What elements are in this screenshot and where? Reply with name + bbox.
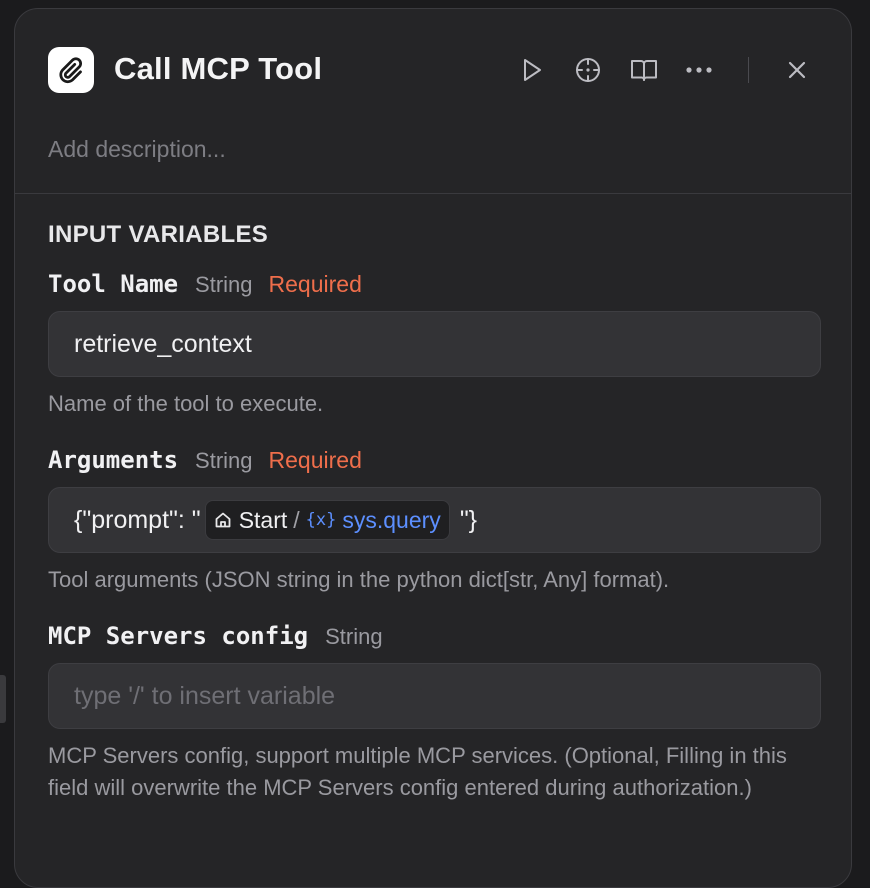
canvas-edge: [0, 675, 6, 723]
variable-icon: {x}: [305, 510, 337, 530]
variable-name: sys.query: [342, 506, 441, 533]
arguments-help: Tool arguments (JSON string in the pytho…: [48, 567, 670, 592]
tool-name-help: Name of the tool to execute.: [48, 391, 324, 416]
more-icon[interactable]: [681, 52, 717, 88]
mcp-config-label: MCP Servers config String: [48, 622, 399, 650]
field-type: String: [195, 272, 253, 297]
required-badge: Required: [268, 271, 362, 297]
node-panel: Call MCP Tool Add description... INPUT V…: [14, 8, 852, 888]
section-title: INPUT VARIABLES: [48, 221, 269, 248]
book-icon[interactable]: [626, 52, 662, 88]
toolbar-divider: [748, 57, 749, 83]
play-icon[interactable]: [514, 52, 550, 88]
field-type: String: [325, 624, 383, 649]
required-badge: Required: [268, 447, 362, 473]
paperclip-icon: [48, 47, 94, 93]
panel-header: Call MCP Tool Add description...: [15, 9, 851, 194]
variable-separator: /: [293, 506, 300, 533]
tool-name-label: Tool Name String Required: [48, 270, 362, 298]
tool-name-input[interactable]: retrieve_context: [48, 311, 821, 377]
node-title[interactable]: Call MCP Tool: [114, 51, 322, 87]
mcp-config-input[interactable]: type '/' to insert variable: [48, 663, 821, 729]
tool-name-value: retrieve_context: [74, 329, 252, 358]
arguments-suffix: "}: [459, 505, 478, 534]
field-type: String: [195, 448, 253, 473]
home-icon: [214, 511, 232, 529]
close-icon[interactable]: [779, 52, 815, 88]
variable-node-name: Start: [238, 506, 288, 533]
mcp-config-placeholder: type '/' to insert variable: [74, 681, 336, 710]
description-input[interactable]: Add description...: [48, 136, 226, 163]
field-name: Tool Name: [48, 270, 179, 298]
arguments-input[interactable]: {"prompt": " Start / {x} sys.query "}: [48, 487, 821, 553]
field-name: MCP Servers config: [48, 622, 309, 650]
field-name: Arguments: [48, 446, 179, 474]
crosshair-icon[interactable]: [570, 52, 606, 88]
arguments-label: Arguments String Required: [48, 446, 362, 474]
arguments-prefix: {"prompt": ": [74, 505, 201, 534]
variable-chip[interactable]: Start / {x} sys.query: [204, 500, 450, 540]
mcp-config-help: MCP Servers config, support multiple MCP…: [48, 743, 787, 800]
